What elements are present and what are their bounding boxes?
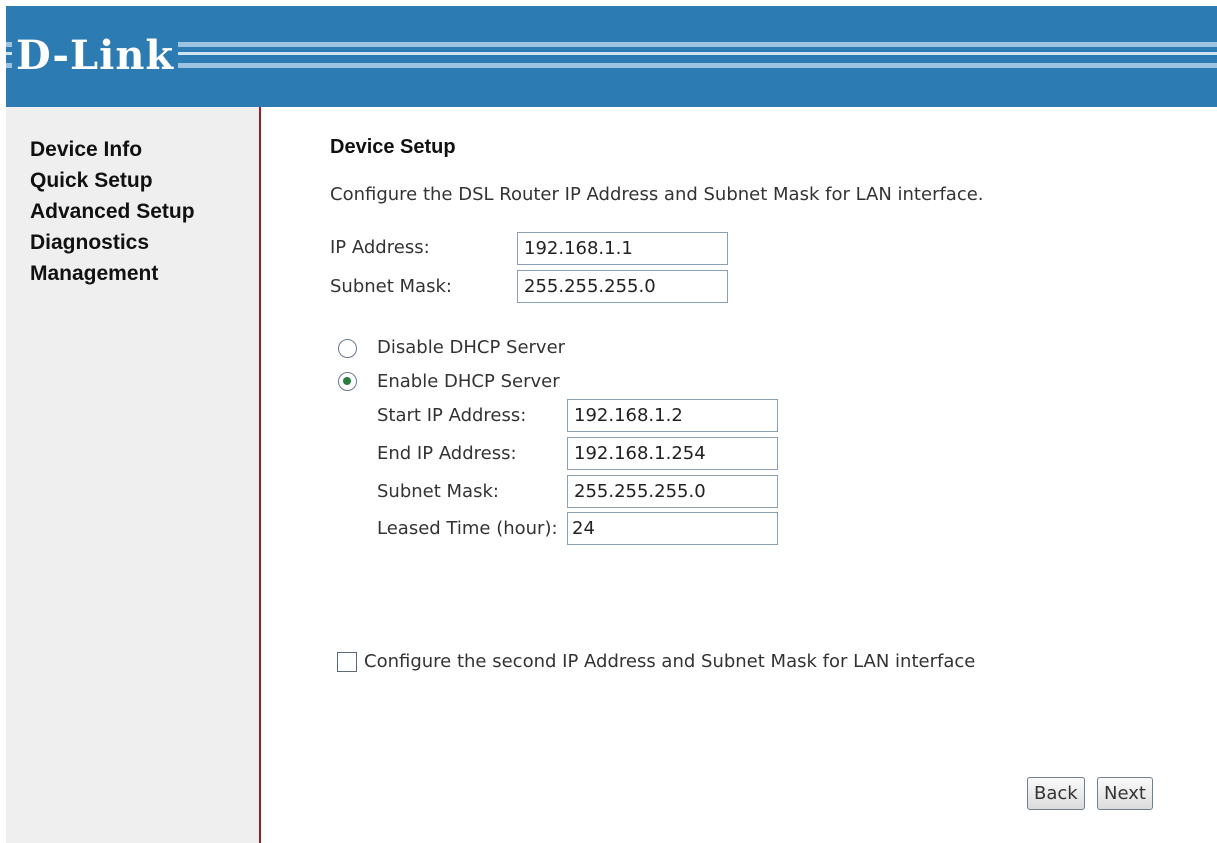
header-banner: D-Link bbox=[6, 6, 1217, 107]
sidebar: Device Info Quick Setup Advanced Setup D… bbox=[6, 107, 261, 843]
ip-address-input[interactable] bbox=[517, 232, 728, 265]
start-ip-input[interactable] bbox=[567, 399, 778, 432]
enable-dhcp-label: Enable DHCP Server bbox=[377, 371, 560, 392]
subnet-mask-input[interactable] bbox=[517, 270, 728, 303]
end-ip-input[interactable] bbox=[567, 437, 778, 470]
dlink-logo: D-Link bbox=[12, 30, 179, 82]
leased-time-input[interactable] bbox=[567, 512, 778, 545]
sidebar-nav: Device Info Quick Setup Advanced Setup D… bbox=[30, 134, 195, 289]
second-ip-label: Configure the second IP Address and Subn… bbox=[364, 651, 976, 672]
leased-time-label: Leased Time (hour): bbox=[377, 518, 558, 539]
page-description: Configure the DSL Router IP Address and … bbox=[330, 184, 984, 205]
sidebar-item-quick-setup[interactable]: Quick Setup bbox=[30, 165, 195, 196]
sidebar-item-diagnostics[interactable]: Diagnostics bbox=[30, 227, 195, 258]
subnet-mask-label: Subnet Mask: bbox=[330, 276, 452, 297]
second-ip-checkbox[interactable] bbox=[337, 652, 357, 672]
radio-selected-dot bbox=[343, 377, 351, 385]
main-content: Device Setup Configure the DSL Router IP… bbox=[262, 107, 1217, 843]
back-button[interactable]: Back bbox=[1027, 777, 1085, 810]
ip-address-label: IP Address: bbox=[330, 237, 430, 258]
header-stripe bbox=[6, 42, 1217, 47]
disable-dhcp-radio[interactable] bbox=[338, 339, 357, 358]
header-stripe bbox=[6, 63, 1217, 68]
dhcp-subnet-mask-input[interactable] bbox=[567, 475, 778, 508]
header-stripe bbox=[6, 52, 1217, 55]
enable-dhcp-radio[interactable] bbox=[338, 372, 357, 391]
dhcp-subnet-mask-label: Subnet Mask: bbox=[377, 481, 499, 502]
sidebar-item-device-info[interactable]: Device Info bbox=[30, 134, 195, 165]
disable-dhcp-label: Disable DHCP Server bbox=[377, 337, 566, 358]
sidebar-item-advanced-setup[interactable]: Advanced Setup bbox=[30, 196, 195, 227]
sidebar-item-management[interactable]: Management bbox=[30, 258, 195, 289]
page-title: Device Setup bbox=[330, 136, 456, 158]
next-button[interactable]: Next bbox=[1097, 777, 1153, 810]
end-ip-label: End IP Address: bbox=[377, 443, 517, 464]
start-ip-label: Start IP Address: bbox=[377, 405, 527, 426]
